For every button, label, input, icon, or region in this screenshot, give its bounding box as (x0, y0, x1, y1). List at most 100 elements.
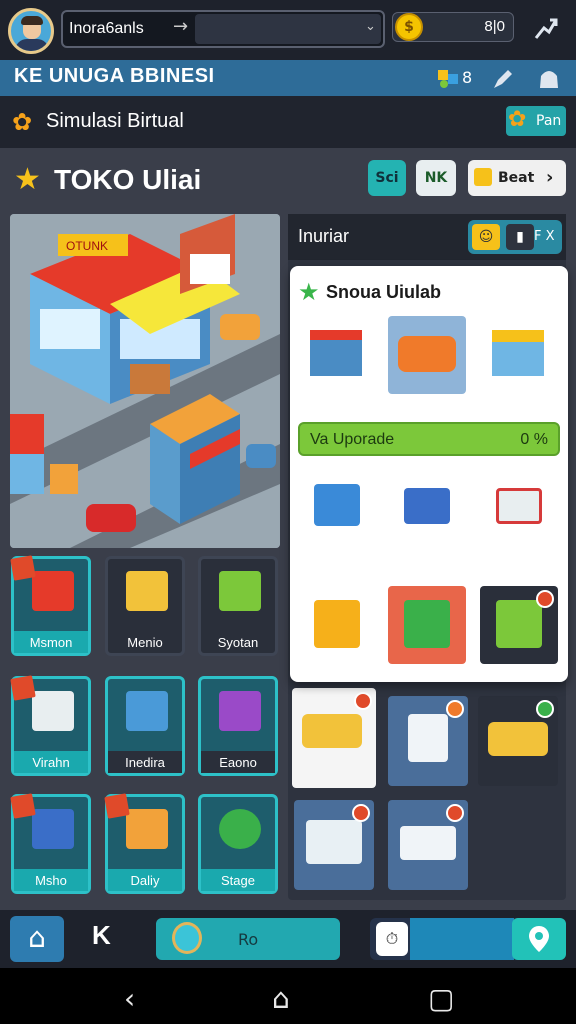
chevron-right-icon: › (546, 167, 554, 188)
beat-icon (474, 168, 492, 186)
recent-apps-icon[interactable]: ▢ (428, 982, 454, 1015)
cart-icon (32, 809, 74, 849)
gift-box-icon (219, 691, 261, 731)
simulation-label: Simulasi Birtual (46, 110, 184, 132)
gear-icon: ✿ (12, 108, 33, 136)
grid-item-9[interactable]: Stage (198, 794, 278, 894)
chip-nk-button[interactable]: NK (416, 160, 456, 196)
person-icon[interactable]: ☺ (472, 224, 500, 250)
truck-icon (398, 336, 456, 372)
title-count: 8 (462, 68, 473, 87)
search-label: Inora6anls (69, 20, 144, 37)
clock-icon[interactable]: ⏱ (376, 922, 408, 956)
grid-item-5[interactable]: Inedira (105, 676, 185, 776)
grid-item-1[interactable]: Msmon (10, 555, 91, 656)
bag-icon[interactable] (536, 66, 562, 92)
grid-item-label: Syotan (217, 635, 259, 650)
progress-fill (410, 918, 514, 960)
popup-item-container[interactable] (480, 586, 558, 664)
search-input[interactable] (195, 14, 381, 44)
popup-item-shop[interactable] (298, 316, 376, 394)
back-icon[interactable]: ‹ (124, 982, 135, 1015)
upgrade-popup: ★ Snoua Uiulab Va Uporade 0 % (290, 266, 568, 682)
logo: K (92, 920, 111, 950)
container-icon (408, 714, 448, 762)
title-bar: KE UNUGA BBINESI 8 (0, 60, 576, 96)
store-icon (32, 571, 74, 611)
grid-item-7[interactable]: Msho (10, 793, 91, 894)
gear-badge-icon: ✿ (508, 107, 527, 132)
popup-item-basket[interactable] (480, 468, 558, 546)
grid-item-6[interactable]: Eaono (198, 676, 278, 776)
popup-item-crate[interactable] (298, 586, 376, 664)
grid-item-2[interactable]: Menio (105, 556, 185, 656)
home-button[interactable]: ⌂ (10, 916, 64, 962)
grid-item-label: Eaono (219, 755, 257, 770)
location-pin-button[interactable] (512, 918, 566, 960)
boxes-icon (126, 809, 168, 849)
bottom-center-bar[interactable]: Ro (156, 918, 340, 960)
chevron-down-icon[interactable]: ⌄ (365, 19, 376, 34)
inventory-slot-4[interactable] (294, 800, 374, 890)
coin-value: 8|0 (484, 18, 505, 35)
search-box[interactable]: Inora6anls → ⌄ (61, 10, 385, 48)
coin-icon: $ (395, 13, 423, 41)
inventory-slot-2[interactable] (388, 696, 468, 786)
grid-item-4[interactable]: Virahn (10, 675, 91, 776)
truck-icon (400, 826, 456, 860)
alert-badge (446, 804, 464, 822)
avatar[interactable] (8, 8, 54, 54)
location-pin-icon (529, 926, 549, 952)
city-sign: OTUNK (66, 239, 108, 253)
taxi-icon (488, 722, 548, 756)
simulation-bar: ✿ Simulasi Birtual ✿ Pan (0, 96, 576, 148)
alert-badge (354, 692, 372, 710)
chip-sc-button[interactable]: Sci (368, 160, 406, 196)
city-map[interactable]: OTUNK (10, 214, 280, 548)
coin-counter: $ 8|0 (392, 12, 514, 42)
inventory-slot-5[interactable] (388, 800, 468, 890)
upgrade-progress[interactable]: Va Uporade 0 % (298, 422, 560, 456)
beat-button[interactable]: Beat › (468, 160, 566, 196)
popup-item-stack[interactable] (388, 586, 466, 664)
upgrade-value: 0 % (520, 431, 548, 448)
container-icon (496, 600, 542, 648)
grid-item-label: Daliy (130, 873, 160, 888)
lamp-icon (172, 922, 202, 954)
pencil-icon[interactable] (490, 66, 516, 92)
popup-item-register[interactable] (298, 468, 376, 546)
star-icon: ★ (298, 278, 320, 306)
inventory-slot-3[interactable] (478, 696, 558, 786)
inventory-header: Inuriar ☺ ▮ F X (288, 214, 566, 260)
alert-badge (536, 590, 554, 608)
boxes-icon (404, 600, 450, 648)
inventory-slot-1[interactable] (292, 688, 376, 788)
ribbon-icon (104, 793, 130, 819)
avatar-suit (15, 39, 49, 51)
store-header: ★ TOKO Uliai Sci NK Beat › (0, 150, 576, 210)
puzzle-icon[interactable] (436, 66, 462, 90)
grid-item-8[interactable]: Daliy (104, 793, 185, 894)
grid-item-label: Msho (35, 873, 67, 888)
cart-icon (404, 488, 450, 524)
home-icon[interactable]: ⌂ (272, 982, 290, 1015)
basket-icon (496, 488, 542, 524)
popup-item-cart[interactable] (388, 468, 466, 546)
chart-icon[interactable] (532, 14, 560, 42)
popup-item-truck[interactable] (388, 316, 466, 394)
grid-item-label: Inedira (125, 755, 165, 770)
page-title: KE UNUGA BBINESI (14, 65, 215, 87)
bottom-right-bar: ⏱ (370, 918, 566, 960)
arrow-icon: → (173, 16, 189, 37)
taxi-icon (302, 714, 362, 748)
register-icon (32, 691, 74, 731)
box-icon (126, 691, 168, 731)
popup-item-store[interactable] (480, 316, 558, 394)
ribbon-icon (10, 555, 36, 581)
clover-icon (219, 809, 261, 849)
ribbon-icon (10, 793, 36, 819)
alert-badge (536, 700, 554, 718)
grid-item-3[interactable]: Syotan (198, 556, 278, 656)
bar-icon[interactable]: ▮ (506, 224, 534, 250)
pan-button[interactable]: ✿ Pan (506, 106, 566, 136)
